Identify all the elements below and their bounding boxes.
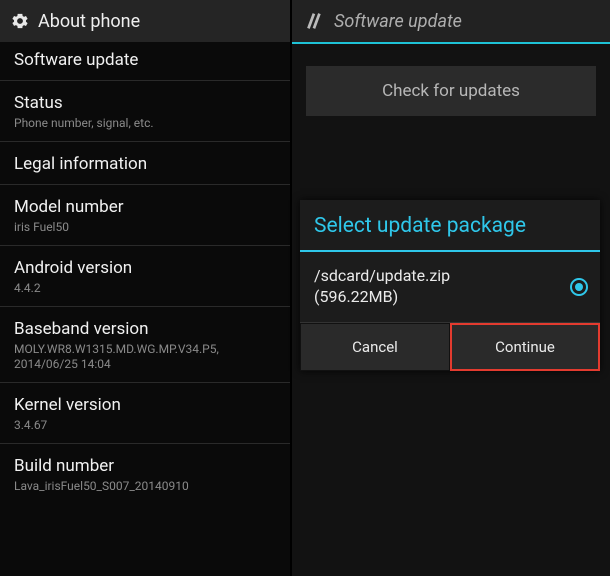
row-status[interactable]: Status Phone number, signal, etc. xyxy=(0,81,290,142)
about-list[interactable]: Software update Status Phone number, sig… xyxy=(0,42,290,504)
row-sub: Phone number, signal, etc. xyxy=(14,116,276,131)
row-kernel-version[interactable]: Kernel version 3.4.67 xyxy=(0,383,290,444)
about-phone-panel: About phone Software update Status Phone… xyxy=(0,0,292,576)
update-package-option[interactable]: /sdcard/update.zip (596.22MB) xyxy=(300,252,600,323)
check-for-updates-label: Check for updates xyxy=(382,81,520,101)
check-for-updates-button[interactable]: Check for updates xyxy=(306,66,596,116)
row-title: Legal information xyxy=(14,154,276,174)
row-title: Kernel version xyxy=(14,395,276,415)
about-phone-header-label: About phone xyxy=(38,11,140,32)
option-text: /sdcard/update.zip (596.22MB) xyxy=(314,266,562,308)
dialog-title: Select update package xyxy=(300,200,600,252)
row-model-number[interactable]: Model number iris Fuel50 xyxy=(0,185,290,246)
about-phone-header: About phone xyxy=(0,0,290,42)
row-build-number[interactable]: Build number Lava_irisFuel50_S007_201409… xyxy=(0,444,290,504)
row-sub: 3.4.67 xyxy=(14,418,276,433)
slashes-icon xyxy=(302,10,324,32)
row-sub: 4.4.2 xyxy=(14,281,276,296)
row-baseband-version[interactable]: Baseband version MOLY.WR8.W1315.MD.WG.MP… xyxy=(0,307,290,383)
row-sub: Lava_irisFuel50_S007_20140910 xyxy=(14,479,276,494)
row-sub: iris Fuel50 xyxy=(14,220,276,235)
row-title: Baseband version xyxy=(14,319,276,339)
cancel-label: Cancel xyxy=(352,338,398,356)
accent-bar xyxy=(292,42,610,44)
dialog-buttons: Cancel Continue xyxy=(300,323,600,371)
cancel-button[interactable]: Cancel xyxy=(300,323,450,371)
radio-selected-icon[interactable] xyxy=(570,278,588,296)
continue-label: Continue xyxy=(495,338,555,356)
software-update-panel: Software update Check for updates Select… xyxy=(292,0,610,576)
row-title: Software update xyxy=(14,50,276,70)
option-size: (596.22MB) xyxy=(314,287,398,306)
software-update-header-label: Software update xyxy=(334,11,462,32)
option-path: /sdcard/update.zip xyxy=(314,266,450,285)
row-title: Android version xyxy=(14,258,276,278)
row-title: Model number xyxy=(14,197,276,217)
row-software-update[interactable]: Software update xyxy=(0,44,290,81)
gear-icon xyxy=(10,11,30,31)
row-title: Status xyxy=(14,93,276,113)
row-title: Build number xyxy=(14,456,276,476)
continue-button[interactable]: Continue xyxy=(450,323,600,371)
software-update-header: Software update xyxy=(292,0,610,42)
select-update-package-dialog: Select update package /sdcard/update.zip… xyxy=(300,200,600,371)
row-legal-information[interactable]: Legal information xyxy=(0,142,290,185)
row-sub: MOLY.WR8.W1315.MD.WG.MP.V34.P5, 2014/06/… xyxy=(14,342,276,372)
row-android-version[interactable]: Android version 4.4.2 xyxy=(0,246,290,307)
